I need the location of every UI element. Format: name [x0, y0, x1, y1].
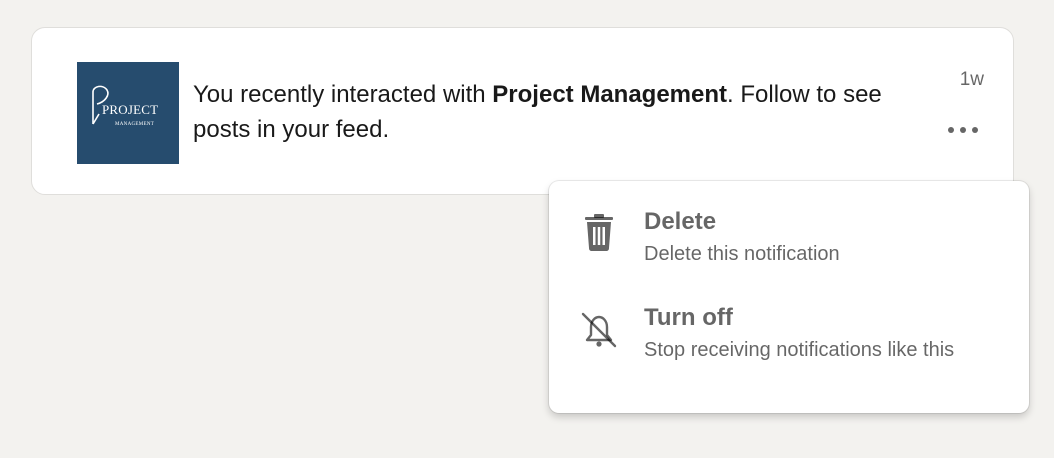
notification-message[interactable]: You recently interacted with Project Man… — [193, 77, 913, 147]
company-logo[interactable]: PROJECT MANAGEMENT — [77, 62, 179, 164]
logo-title: PROJECT — [102, 102, 159, 117]
menu-item-description: Delete this notification — [644, 243, 840, 265]
trash-icon — [585, 214, 613, 251]
menu-item-turn-off[interactable]: Turn off Stop receiving notifications li… — [549, 299, 1029, 399]
message-prefix: You recently interacted with — [193, 81, 493, 108]
bell-off-icon — [581, 312, 617, 348]
more-horizontal-icon — [948, 127, 954, 133]
more-horizontal-icon — [972, 127, 978, 133]
menu-item-title: Delete — [644, 208, 717, 235]
more-options-button[interactable] — [940, 116, 986, 144]
message-entity: Project Management — [492, 81, 728, 108]
menu-item-delete[interactable]: Delete Delete this notification — [549, 203, 1029, 273]
notification-options-menu: Delete Delete this notification Turn off… — [549, 181, 1029, 413]
more-horizontal-icon — [960, 127, 966, 133]
menu-item-description: Stop receiving notifications like this — [644, 339, 955, 361]
notification-time: 1w — [959, 69, 984, 90]
notification-card[interactable]: PROJECT MANAGEMENT You recently interact… — [31, 27, 1014, 195]
menu-item-title: Turn off — [644, 304, 733, 331]
logo-subtitle: MANAGEMENT — [115, 122, 155, 127]
